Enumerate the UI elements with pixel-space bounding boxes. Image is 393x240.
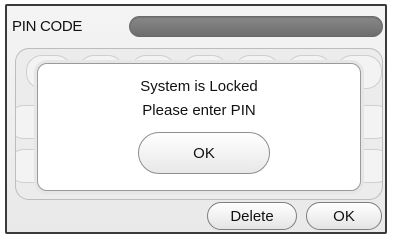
locked-dialog: System is Locked Please enter PIN OK [37, 63, 361, 191]
ok-button[interactable]: OK [306, 202, 382, 230]
dialog-ok-button[interactable]: OK [138, 132, 270, 174]
page-title: PIN CODE [12, 18, 83, 35]
dialog-message-line-1: System is Locked [140, 78, 258, 95]
pin-code-screen: PIN CODE System is Locked Please enter P… [5, 4, 387, 234]
pin-entry-field[interactable] [129, 16, 383, 37]
dialog-message-line-2: Please enter PIN [142, 102, 256, 119]
delete-button[interactable]: Delete [207, 202, 297, 230]
